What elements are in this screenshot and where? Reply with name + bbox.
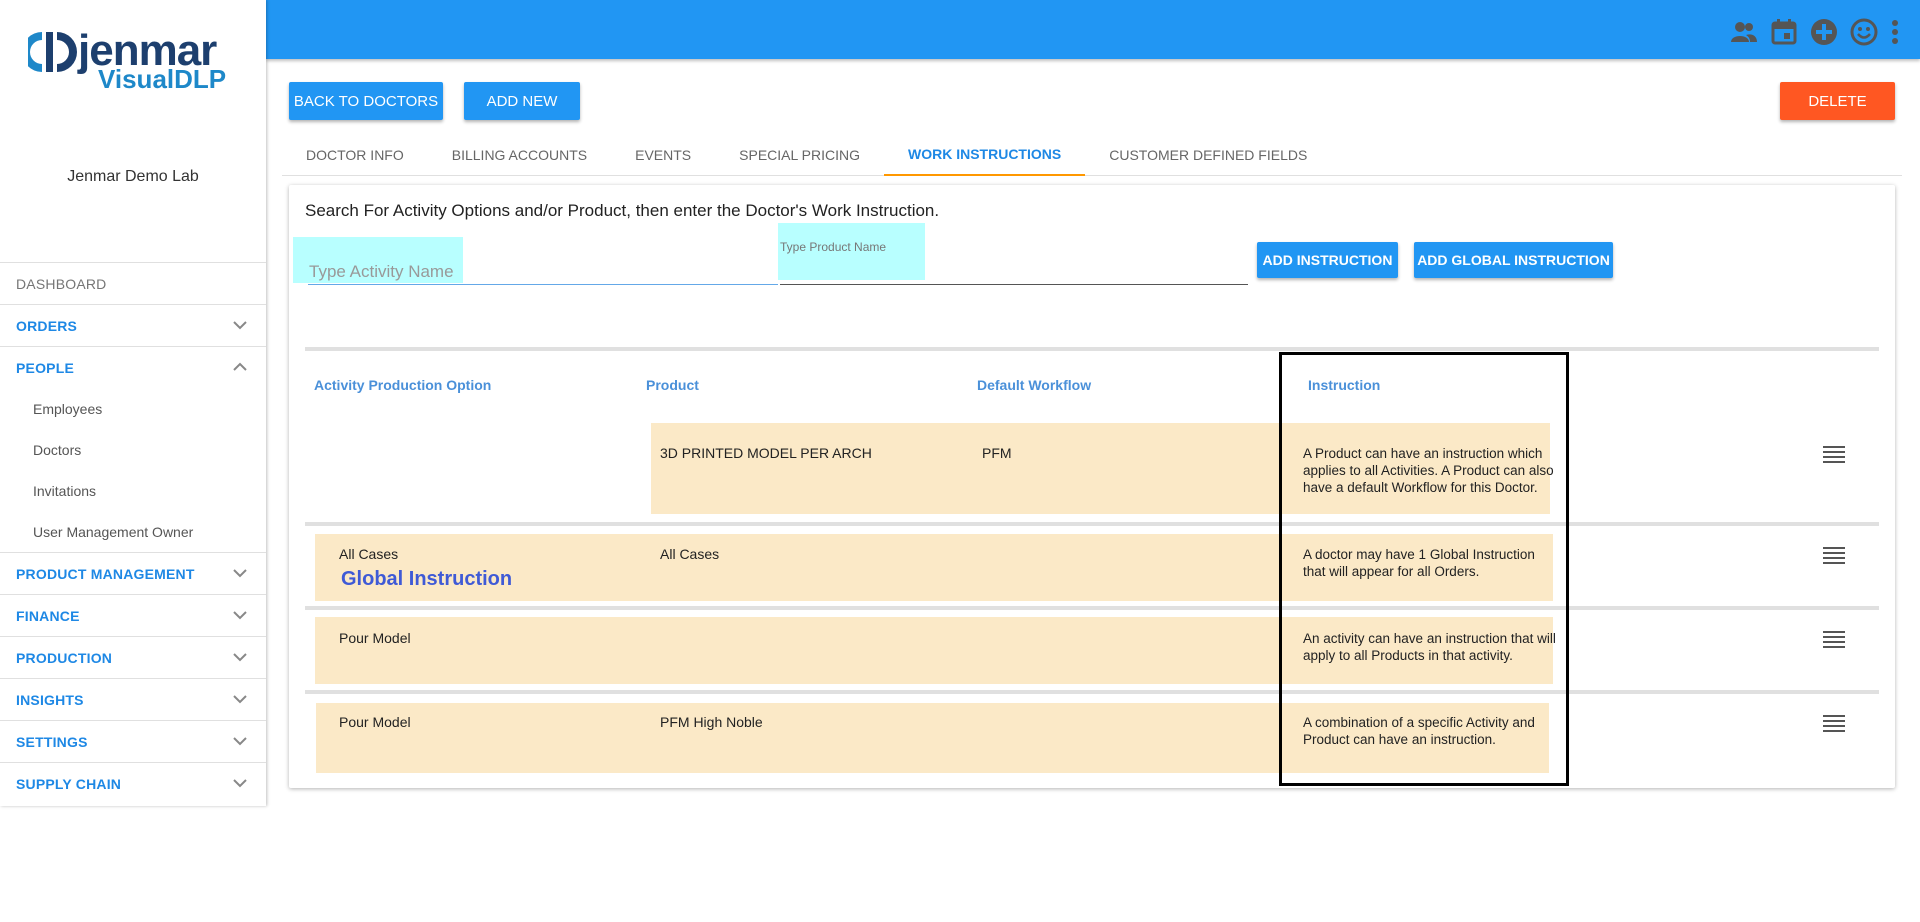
workflow-cell: PFM	[982, 445, 1012, 461]
chevron-down-icon	[233, 569, 247, 578]
sidebar-item-settings[interactable]: SETTINGS	[0, 720, 266, 762]
sidebar-item-label: FINANCE	[16, 607, 80, 624]
add-new-button[interactable]: ADD NEW	[464, 82, 580, 120]
sidebar: jenmar VisualDLP Jenmar Demo Lab DASHBOA…	[0, 0, 266, 806]
smiley-icon[interactable]	[1850, 18, 1878, 46]
row-menu-icon[interactable]	[1823, 630, 1845, 650]
chevron-down-icon	[233, 779, 247, 788]
activity-cell: Pour Model	[339, 630, 411, 646]
sidebar-item-label: INSIGHTS	[16, 691, 84, 708]
row-highlight	[315, 617, 1315, 684]
column-header-product[interactable]: Product	[646, 377, 699, 393]
chevron-down-icon	[233, 321, 247, 330]
row-menu-icon[interactable]	[1823, 546, 1845, 566]
sidebar-subitem-employees[interactable]: Employees	[0, 388, 266, 429]
chevron-down-icon	[233, 695, 247, 704]
logo-product-name: VisualDLP	[98, 64, 227, 94]
row-highlight	[316, 703, 1312, 773]
sidebar-item-label: SUPPLY CHAIN	[16, 775, 122, 792]
jenmar-logo[interactable]: jenmar VisualDLP	[28, 26, 238, 94]
instruction-cell: An activity can have an instruction that…	[1303, 631, 1556, 663]
more-vert-icon[interactable]	[1890, 18, 1900, 46]
sidebar-item-dashboard[interactable]: DASHBOARD	[0, 262, 266, 304]
sidebar-subitem-user-management-owner[interactable]: User Management Owner	[0, 511, 266, 552]
sidebar-item-label: User Management Owner	[33, 523, 194, 540]
column-header-default-workflow[interactable]: Default Workflow	[977, 377, 1091, 393]
sidebar-item-label: Employees	[33, 400, 103, 417]
product-cell: PFM High Noble	[660, 714, 763, 730]
sidebar-nav: DASHBOARD ORDERS PEOPLE Employees Doctor…	[0, 262, 266, 804]
row-highlight	[651, 423, 1312, 514]
tab-special-pricing[interactable]: SPECIAL PRICING	[715, 133, 884, 176]
tab-work-instructions[interactable]: WORK INSTRUCTIONS	[884, 133, 1086, 176]
sidebar-item-label: PEOPLE	[16, 359, 74, 376]
row-divider	[305, 690, 1879, 694]
add-instruction-button[interactable]: ADD INSTRUCTION	[1257, 242, 1398, 278]
column-header-activity[interactable]: Activity Production Option	[314, 377, 491, 393]
add-circle-icon[interactable]	[1810, 18, 1838, 46]
sidebar-item-orders[interactable]: ORDERS	[0, 304, 266, 346]
delete-button[interactable]: DELETE	[1780, 82, 1895, 120]
instruction-cell: A combination of a specific Activity and…	[1303, 715, 1535, 747]
top-icon-group	[1730, 18, 1900, 46]
global-instruction-label: Global Instruction	[341, 568, 513, 590]
doctor-tabs: DOCTOR INFO BILLING ACCOUNTS EVENTS SPEC…	[282, 133, 1902, 176]
product-search-placeholder: Type Product Name	[780, 240, 887, 254]
chevron-down-icon	[233, 737, 247, 746]
row-divider	[305, 606, 1879, 610]
back-to-doctors-button[interactable]: BACK TO DOCTORS	[289, 82, 443, 120]
product-cell: 3D PRINTED MODEL PER ARCH	[660, 445, 872, 461]
activity-cell: All Cases	[339, 546, 399, 562]
sidebar-item-label: PRODUCTION	[16, 649, 113, 666]
people-icon[interactable]	[1730, 18, 1758, 46]
sidebar-item-label: SETTINGS	[16, 733, 88, 750]
sidebar-item-label: DASHBOARD	[16, 275, 107, 292]
sidebar-item-label: Invitations	[33, 482, 97, 499]
calendar-icon[interactable]	[1770, 18, 1798, 46]
tab-events[interactable]: EVENTS	[611, 133, 715, 176]
instruction-cell: A Product can have an instruction which …	[1303, 446, 1554, 495]
table-top-divider	[305, 347, 1879, 351]
tab-customer-defined-fields[interactable]: CUSTOMER DEFINED FIELDS	[1085, 133, 1331, 176]
sidebar-subitem-doctors[interactable]: Doctors	[0, 429, 266, 470]
product-cell: All Cases	[660, 546, 720, 562]
sidebar-item-people[interactable]: PEOPLE	[0, 346, 266, 388]
sidebar-item-product-management[interactable]: PRODUCT MANAGEMENT	[0, 552, 266, 594]
add-global-instruction-button[interactable]: ADD GLOBAL INSTRUCTION	[1414, 242, 1613, 278]
lab-name: Jenmar Demo Lab	[67, 168, 199, 185]
chevron-down-icon	[233, 611, 247, 620]
tab-doctor-info[interactable]: DOCTOR INFO	[282, 133, 428, 176]
row-divider	[305, 522, 1879, 526]
top-app-bar	[266, 0, 1920, 59]
work-instructions-intro: Search For Activity Options and/or Produ…	[305, 201, 940, 220]
logo-mark-icon	[28, 32, 77, 72]
sidebar-item-label: ORDERS	[16, 317, 78, 334]
row-menu-icon[interactable]	[1823, 714, 1845, 734]
chevron-down-icon	[233, 653, 247, 662]
sidebar-item-label: Doctors	[33, 441, 82, 458]
column-header-instruction[interactable]: Instruction	[1308, 377, 1380, 393]
sidebar-item-supply-chain[interactable]: SUPPLY CHAIN	[0, 762, 266, 804]
chevron-up-icon	[233, 362, 247, 371]
sidebar-item-label: PRODUCT MANAGEMENT	[16, 565, 195, 582]
sidebar-item-insights[interactable]: INSIGHTS	[0, 678, 266, 720]
sidebar-item-production[interactable]: PRODUCTION	[0, 636, 266, 678]
activity-search-placeholder: Type Activity Name	[309, 262, 454, 281]
instruction-cell: A doctor may have 1 Global Instruction t…	[1303, 547, 1535, 579]
tab-billing-accounts[interactable]: BILLING ACCOUNTS	[428, 133, 611, 176]
sidebar-item-finance[interactable]: FINANCE	[0, 594, 266, 636]
row-menu-icon[interactable]	[1823, 445, 1845, 465]
activity-cell: Pour Model	[339, 714, 411, 730]
sidebar-subitem-invitations[interactable]: Invitations	[0, 470, 266, 511]
work-instructions-card: Search For Activity Options and/or Produ…	[289, 185, 1895, 788]
